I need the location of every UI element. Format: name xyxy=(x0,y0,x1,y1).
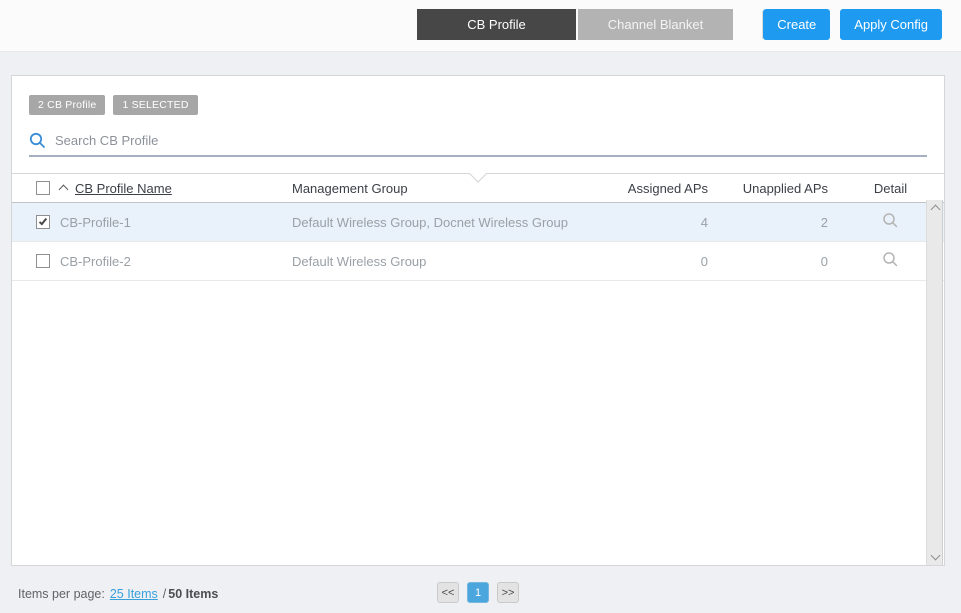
select-all-checkbox[interactable] xyxy=(36,181,50,195)
tab-channel-blanket[interactable]: Channel Blanket xyxy=(578,9,733,40)
assigned-aps-value: 4 xyxy=(700,214,708,230)
current-page-button[interactable]: 1 xyxy=(467,582,489,603)
summary-badges: 2 CB Profile 1 SELECTED xyxy=(12,76,944,115)
assigned-aps-value: 0 xyxy=(700,253,708,269)
items-per-page-label: Items per page: xyxy=(18,587,105,601)
detail-magnifier-icon xyxy=(883,252,898,267)
search-bar xyxy=(29,132,927,149)
cb-profile-panel: 2 CB Profile 1 SELECTED CB Profile Name … xyxy=(11,75,945,566)
next-page-button[interactable]: >> xyxy=(497,582,519,603)
table-header: CB Profile Name Management Group Assigne… xyxy=(12,164,944,203)
action-button-group: Create Apply Config xyxy=(763,9,942,40)
search-underline xyxy=(29,155,927,157)
detail-magnifier-icon xyxy=(883,213,898,228)
pagination: << 1 >> xyxy=(437,582,519,603)
items-separator: / xyxy=(162,587,167,601)
apply-config-button[interactable]: Apply Config xyxy=(840,9,942,40)
management-group-value: Default Wireless Group, Docnet Wireless … xyxy=(292,214,568,230)
search-input[interactable] xyxy=(55,133,927,148)
row-checkbox[interactable] xyxy=(36,254,50,268)
selected-badge: 1 SELECTED xyxy=(113,95,198,115)
header-management-group: Management Group xyxy=(292,180,408,196)
topbar: CB Profile Channel Blanket Create Apply … xyxy=(0,0,961,52)
detail-button[interactable] xyxy=(882,212,899,229)
header-detail: Detail xyxy=(873,180,908,196)
unapplied-aps-value: 0 xyxy=(820,253,828,269)
prev-page-button[interactable]: << xyxy=(437,582,459,603)
detail-button[interactable] xyxy=(882,251,899,268)
count-badge: 2 CB Profile xyxy=(29,95,106,115)
tab-cb-profile[interactable]: CB Profile xyxy=(417,9,576,40)
row-checkbox-cell xyxy=(12,254,60,268)
items-per-page: Items per page: 25 Items /50 Items xyxy=(18,587,218,601)
view-tab-group: CB Profile Channel Blanket xyxy=(417,9,733,40)
header-name-label[interactable]: CB Profile Name xyxy=(75,181,172,196)
table-scrollbar[interactable] xyxy=(926,200,943,565)
unapplied-aps-value: 2 xyxy=(820,214,828,230)
header-unapplied-aps: Unapplied APs xyxy=(742,180,828,196)
table-row[interactable]: CB-Profile-1 Default Wireless Group, Doc… xyxy=(12,203,944,242)
search-icon xyxy=(29,132,45,148)
profile-name: CB-Profile-1 xyxy=(60,214,131,230)
sort-asc-icon xyxy=(58,184,69,195)
row-checkbox-cell xyxy=(12,215,60,229)
table-row[interactable]: CB-Profile-2 Default Wireless Group 0 0 xyxy=(12,242,944,281)
page-size-link[interactable]: 25 Items xyxy=(110,587,158,601)
total-items-label: 50 Items xyxy=(168,587,219,601)
create-button[interactable]: Create xyxy=(763,9,831,40)
management-group-value: Default Wireless Group xyxy=(292,253,427,269)
header-assigned-aps: Assigned APs xyxy=(627,180,708,196)
row-checkbox[interactable] xyxy=(36,215,50,229)
header-checkbox-cell xyxy=(12,181,60,195)
table-footer: Items per page: 25 Items /50 Items << 1 >> xyxy=(11,582,945,608)
profile-name: CB-Profile-2 xyxy=(60,253,131,269)
scroll-up-icon[interactable] xyxy=(930,204,941,215)
header-name-cell[interactable]: CB Profile Name xyxy=(58,181,292,196)
scroll-down-icon[interactable] xyxy=(930,550,941,561)
